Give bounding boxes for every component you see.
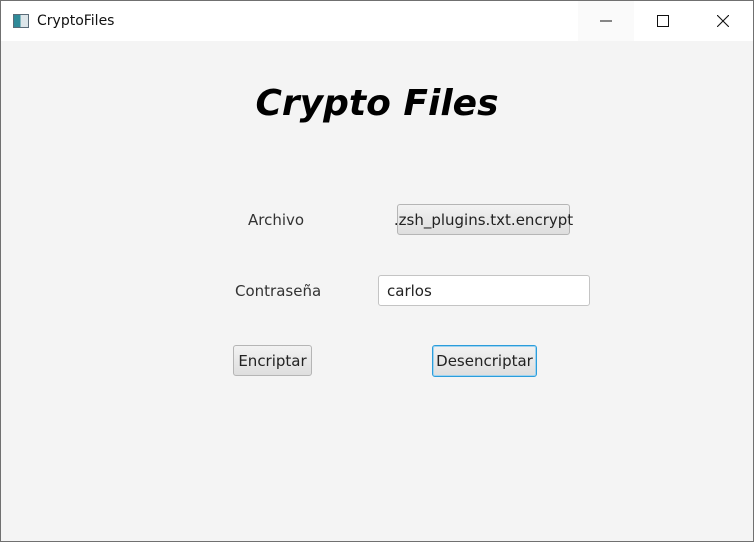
choose-file-button[interactable]: .zsh_plugins.txt.encrypt <box>394 204 573 235</box>
close-icon <box>717 15 729 27</box>
main-content: Crypto Files Archivo .zsh_plugins.txt.en… <box>1 41 753 541</box>
close-button[interactable] <box>695 1 751 41</box>
password-input[interactable] <box>378 275 590 306</box>
minimize-button[interactable] <box>578 1 634 41</box>
password-label: Contraseña <box>235 282 322 300</box>
app-icon <box>13 14 29 28</box>
page-title: Crypto Files <box>255 83 499 124</box>
maximize-icon <box>657 15 669 27</box>
app-window: CryptoFiles Crypto Files Archivo .zsh_pl… <box>0 0 754 542</box>
decrypt-button[interactable]: Desencriptar <box>432 345 537 377</box>
minimize-icon <box>600 20 612 22</box>
encrypt-button[interactable]: Encriptar <box>233 345 312 376</box>
title-bar[interactable]: CryptoFiles <box>1 1 753 41</box>
file-label: Archivo <box>248 211 305 229</box>
maximize-button[interactable] <box>635 1 691 41</box>
window-title: CryptoFiles <box>37 13 115 29</box>
